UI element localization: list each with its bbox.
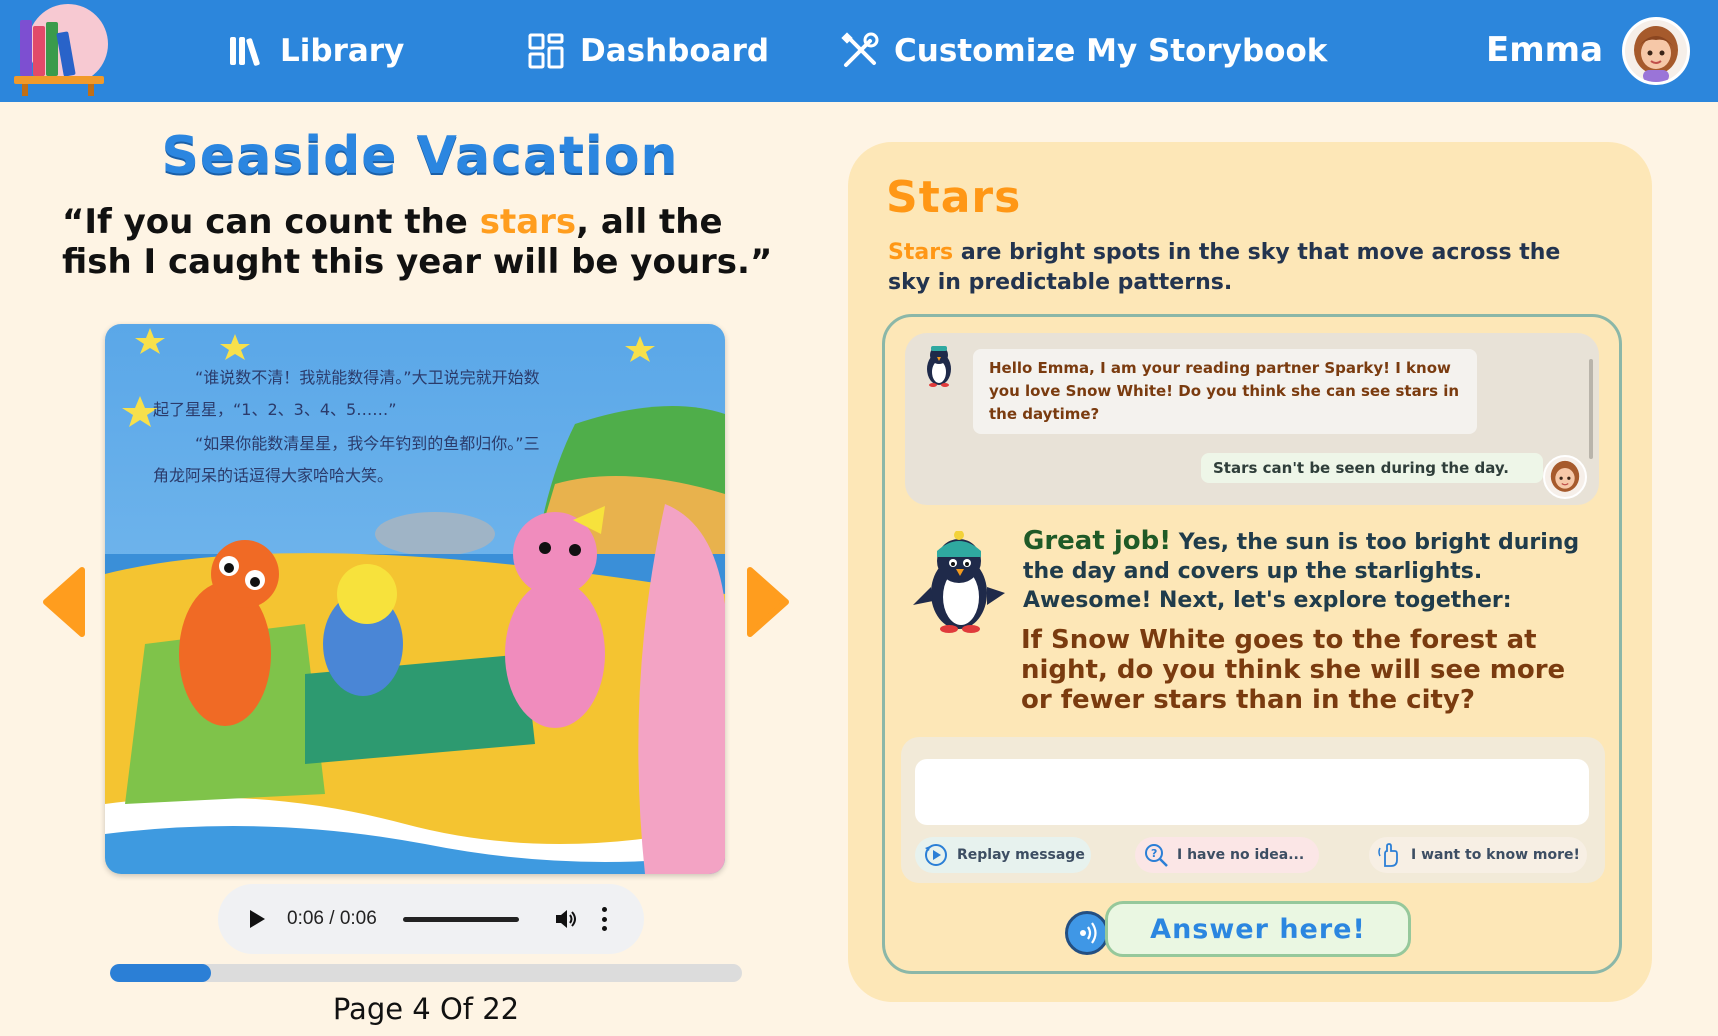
know-more-label: I want to know more! [1411,847,1580,863]
no-idea-label: I have no idea... [1177,847,1305,863]
vocabulary-panel: Stars Stars are bright spots in the sky … [848,142,1652,1002]
answer-area: Replay message ? I have no idea... I wan… [901,737,1605,883]
bot-message-bubble: Hello Emma, I am your reading partner Sp… [973,349,1477,434]
chat-container: Hello Emma, I am your reading partner Sp… [882,314,1622,974]
page-text-line: “如果你能数清星星，我今年钓到的鱼都归你。”三 [195,434,540,453]
tools-icon [840,31,880,71]
next-page-arrow[interactable] [746,566,792,638]
vocabulary-word: Stars [886,172,1022,223]
nav-customize-label: Customize My Storybook [894,33,1328,69]
audio-seek-bar[interactable] [402,916,519,922]
follow-up-question: If Snow White goes to the forest at nigh… [1021,625,1566,715]
audio-player: 0:06 / 0:06 [218,884,644,954]
audio-time: 0:06 / 0:06 [287,908,377,929]
feedback-message: Great job! Yes, the sun is too bright du… [1023,527,1603,615]
answer-here-button[interactable]: Answer here! [1105,901,1411,957]
page-text-line: 起了星星，“1、2、3、4、5……” [153,400,397,419]
nav-dashboard[interactable]: Dashboard [526,26,769,76]
top-navigation-bar: Library Dashboard Customize My Storybook… [0,0,1718,102]
definition-text: are bright spots in the sky that move ac… [888,240,1561,295]
reading-progress-fill [110,964,212,982]
feedback-praise: Great job! [1023,526,1172,556]
quote-text-before: “If you can count the [62,202,480,242]
nav-library[interactable]: Library [226,26,404,76]
nav-customize-storybook[interactable]: Customize My Storybook [840,26,1327,76]
answer-input[interactable] [915,759,1589,825]
penguin-icon [907,530,1011,635]
svg-text:?: ? [1151,847,1157,860]
bookshelf-icon[interactable] [12,4,112,100]
replay-icon [923,842,949,868]
user-name: Emma [1486,30,1604,70]
girl-avatar-icon [1543,455,1587,499]
girl-avatar-icon[interactable] [1622,17,1690,85]
quote-highlight-word[interactable]: stars [480,202,576,242]
magnifier-question-icon: ? [1143,842,1169,868]
definition-highlight: Stars [888,240,954,265]
page-text-line: “谁说数不清！我就能数得清。”大卫说完就开始数 [195,368,540,387]
nav-library-label: Library [280,33,405,69]
microphone-icon[interactable] [1065,911,1109,955]
vocabulary-definition: Stars are bright spots in the sky that m… [888,238,1608,298]
page-text-line: 角龙阿呆的话逗得大家哈哈大笑。 [153,466,394,485]
play-icon[interactable] [250,910,265,928]
dashboard-icon [526,31,566,71]
page-counter: Page 4 Of 22 [332,992,520,1026]
chat-history[interactable]: Hello Emma, I am your reading partner Sp… [905,333,1599,505]
penguin-icon [919,343,959,387]
volume-icon[interactable] [553,906,579,932]
no-idea-button[interactable]: ? I have no idea... [1135,837,1319,873]
nav-dashboard-label: Dashboard [580,33,770,69]
story-quote: “If you can count the stars, all the fis… [62,202,802,282]
reading-progress-bar [110,964,742,982]
more-options-icon[interactable] [601,907,609,931]
replay-message-label: Replay message [957,847,1085,863]
know-more-button[interactable]: I want to know more! [1369,837,1587,873]
replay-message-button[interactable]: Replay message [915,837,1091,873]
library-icon [226,31,266,71]
previous-page-arrow[interactable] [40,566,86,638]
raised-hand-icon [1377,842,1403,868]
story-page-illustration: “谁说数不清！我就能数得清。”大卫说完就开始数 起了星星，“1、2、3、4、5…… [105,324,725,874]
book-title: Seaside Vacation [161,126,679,186]
user-message-bubble: Stars can't be seen during the day. [1201,453,1543,483]
chat-scrollbar[interactable] [1589,359,1593,459]
